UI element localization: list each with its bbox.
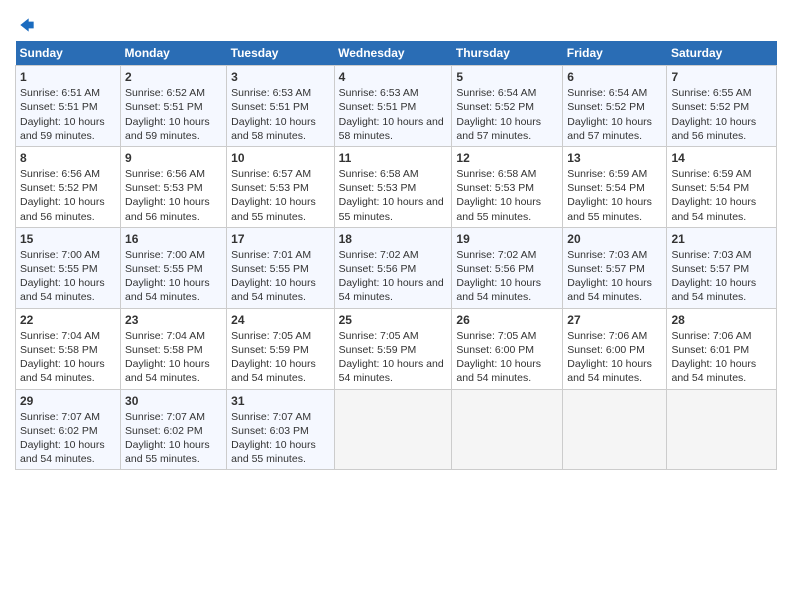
calendar-cell: 13Sunrise: 6:59 AMSunset: 5:54 PMDayligh…	[563, 146, 667, 227]
day-number: 19	[456, 231, 558, 247]
calendar-cell	[452, 389, 563, 470]
logo-icon	[17, 15, 37, 35]
calendar-cell: 8Sunrise: 6:56 AMSunset: 5:52 PMDaylight…	[16, 146, 121, 227]
day-number: 25	[339, 312, 448, 328]
col-header-sunday: Sunday	[16, 41, 121, 66]
day-number: 31	[231, 393, 329, 409]
calendar-week-row: 29Sunrise: 7:07 AMSunset: 6:02 PMDayligh…	[16, 389, 777, 470]
calendar-table: SundayMondayTuesdayWednesdayThursdayFrid…	[15, 41, 777, 470]
calendar-cell: 7Sunrise: 6:55 AMSunset: 5:52 PMDaylight…	[667, 66, 777, 147]
day-number: 27	[567, 312, 662, 328]
day-number: 1	[20, 69, 116, 85]
day-number: 29	[20, 393, 116, 409]
day-number: 4	[339, 69, 448, 85]
day-number: 21	[671, 231, 772, 247]
day-number: 15	[20, 231, 116, 247]
calendar-week-row: 15Sunrise: 7:00 AMSunset: 5:55 PMDayligh…	[16, 227, 777, 308]
calendar-week-row: 8Sunrise: 6:56 AMSunset: 5:52 PMDaylight…	[16, 146, 777, 227]
calendar-cell	[563, 389, 667, 470]
col-header-wednesday: Wednesday	[334, 41, 452, 66]
calendar-cell: 21Sunrise: 7:03 AMSunset: 5:57 PMDayligh…	[667, 227, 777, 308]
calendar-cell: 26Sunrise: 7:05 AMSunset: 6:00 PMDayligh…	[452, 308, 563, 389]
calendar-cell: 24Sunrise: 7:05 AMSunset: 5:59 PMDayligh…	[227, 308, 334, 389]
day-number: 12	[456, 150, 558, 166]
calendar-week-row: 22Sunrise: 7:04 AMSunset: 5:58 PMDayligh…	[16, 308, 777, 389]
day-number: 18	[339, 231, 448, 247]
calendar-cell: 19Sunrise: 7:02 AMSunset: 5:56 PMDayligh…	[452, 227, 563, 308]
calendar-week-row: 1Sunrise: 6:51 AMSunset: 5:51 PMDaylight…	[16, 66, 777, 147]
calendar-cell: 18Sunrise: 7:02 AMSunset: 5:56 PMDayligh…	[334, 227, 452, 308]
page-container: SundayMondayTuesdayWednesdayThursdayFrid…	[0, 0, 792, 480]
calendar-cell: 5Sunrise: 6:54 AMSunset: 5:52 PMDaylight…	[452, 66, 563, 147]
calendar-cell: 3Sunrise: 6:53 AMSunset: 5:51 PMDaylight…	[227, 66, 334, 147]
calendar-cell: 22Sunrise: 7:04 AMSunset: 5:58 PMDayligh…	[16, 308, 121, 389]
day-number: 3	[231, 69, 329, 85]
calendar-cell: 23Sunrise: 7:04 AMSunset: 5:58 PMDayligh…	[121, 308, 227, 389]
day-number: 8	[20, 150, 116, 166]
calendar-cell: 20Sunrise: 7:03 AMSunset: 5:57 PMDayligh…	[563, 227, 667, 308]
calendar-cell: 25Sunrise: 7:05 AMSunset: 5:59 PMDayligh…	[334, 308, 452, 389]
calendar-cell: 14Sunrise: 6:59 AMSunset: 5:54 PMDayligh…	[667, 146, 777, 227]
calendar-cell: 27Sunrise: 7:06 AMSunset: 6:00 PMDayligh…	[563, 308, 667, 389]
calendar-cell: 6Sunrise: 6:54 AMSunset: 5:52 PMDaylight…	[563, 66, 667, 147]
day-number: 10	[231, 150, 329, 166]
calendar-cell: 1Sunrise: 6:51 AMSunset: 5:51 PMDaylight…	[16, 66, 121, 147]
col-header-thursday: Thursday	[452, 41, 563, 66]
logo	[15, 15, 37, 33]
day-number: 17	[231, 231, 329, 247]
day-number: 6	[567, 69, 662, 85]
calendar-cell: 15Sunrise: 7:00 AMSunset: 5:55 PMDayligh…	[16, 227, 121, 308]
calendar-cell: 30Sunrise: 7:07 AMSunset: 6:02 PMDayligh…	[121, 389, 227, 470]
col-header-friday: Friday	[563, 41, 667, 66]
calendar-cell: 4Sunrise: 6:53 AMSunset: 5:51 PMDaylight…	[334, 66, 452, 147]
day-number: 14	[671, 150, 772, 166]
day-number: 5	[456, 69, 558, 85]
day-number: 13	[567, 150, 662, 166]
day-number: 9	[125, 150, 222, 166]
day-number: 23	[125, 312, 222, 328]
calendar-cell: 29Sunrise: 7:07 AMSunset: 6:02 PMDayligh…	[16, 389, 121, 470]
day-number: 24	[231, 312, 329, 328]
col-header-monday: Monday	[121, 41, 227, 66]
calendar-cell	[667, 389, 777, 470]
day-number: 2	[125, 69, 222, 85]
day-number: 30	[125, 393, 222, 409]
day-number: 16	[125, 231, 222, 247]
day-number: 28	[671, 312, 772, 328]
calendar-header-row: SundayMondayTuesdayWednesdayThursdayFrid…	[16, 41, 777, 66]
day-number: 22	[20, 312, 116, 328]
calendar-cell	[334, 389, 452, 470]
calendar-cell: 31Sunrise: 7:07 AMSunset: 6:03 PMDayligh…	[227, 389, 334, 470]
header	[15, 10, 777, 33]
col-header-saturday: Saturday	[667, 41, 777, 66]
day-number: 7	[671, 69, 772, 85]
calendar-cell: 12Sunrise: 6:58 AMSunset: 5:53 PMDayligh…	[452, 146, 563, 227]
calendar-cell: 17Sunrise: 7:01 AMSunset: 5:55 PMDayligh…	[227, 227, 334, 308]
calendar-cell: 28Sunrise: 7:06 AMSunset: 6:01 PMDayligh…	[667, 308, 777, 389]
calendar-cell: 2Sunrise: 6:52 AMSunset: 5:51 PMDaylight…	[121, 66, 227, 147]
day-number: 26	[456, 312, 558, 328]
calendar-cell: 11Sunrise: 6:58 AMSunset: 5:53 PMDayligh…	[334, 146, 452, 227]
day-number: 20	[567, 231, 662, 247]
calendar-cell: 16Sunrise: 7:00 AMSunset: 5:55 PMDayligh…	[121, 227, 227, 308]
day-number: 11	[339, 150, 448, 166]
col-header-tuesday: Tuesday	[227, 41, 334, 66]
calendar-cell: 10Sunrise: 6:57 AMSunset: 5:53 PMDayligh…	[227, 146, 334, 227]
calendar-cell: 9Sunrise: 6:56 AMSunset: 5:53 PMDaylight…	[121, 146, 227, 227]
